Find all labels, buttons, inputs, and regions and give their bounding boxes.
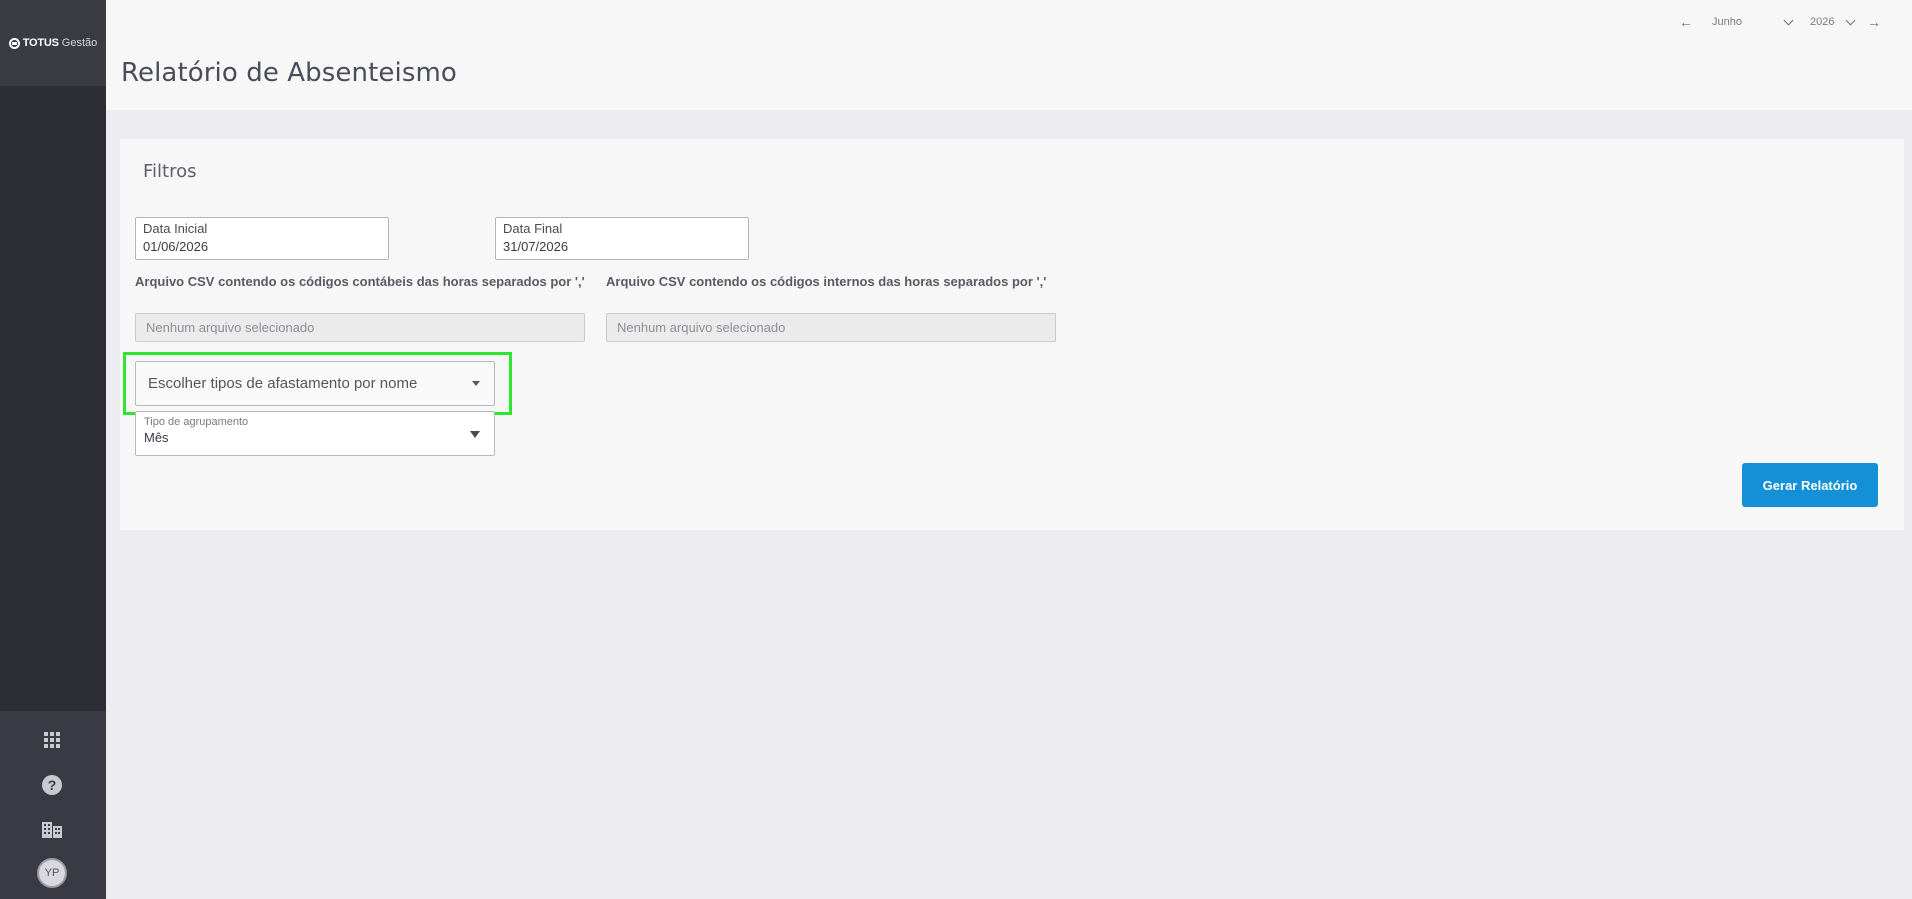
chevron-down-icon [1783,15,1794,25]
start-date-field[interactable]: Data Inicial 01/06/2026 [135,217,389,260]
grouping-value: Mês [144,430,169,445]
month-select[interactable]: Junho [1712,15,1794,28]
totus-logo-icon [8,37,20,49]
help-icon[interactable]: ? [42,775,62,795]
building-icon[interactable] [42,819,62,839]
start-date-value: 01/06/2026 [143,239,209,254]
chevron-down-icon [1845,15,1856,25]
caret-down-icon [472,381,480,386]
year-select[interactable]: 2026 [1810,15,1856,28]
csv-accounting-file-input[interactable]: Nenhum arquivo selecionado [135,313,585,342]
page-title: Relatório de Absenteismo [121,58,457,88]
period-selector: ← Junho 2026 → [1676,12,1884,32]
absence-types-placeholder: Escolher tipos de afastamento por nome [148,375,418,392]
end-date-label: Data Final [503,221,563,236]
apps-grid-icon[interactable] [44,732,60,748]
logo-brand: TOTUS [22,37,59,49]
totus-logo: TOTUS Gestão [8,37,98,49]
year-value: 2026 [1810,16,1835,28]
end-date-value: 31/07/2026 [503,239,569,254]
sidebar: TOTUS Gestão ? YP [0,0,106,899]
filters-title: Filtros [143,161,197,182]
csv-internal-label: Arquivo CSV contendo os códigos internos… [606,274,1047,289]
page-header: Relatório de Absenteismo ← Junho 2026 → [106,0,1912,110]
user-avatar[interactable]: YP [37,858,67,888]
grouping-label: Tipo de agrupamento [144,416,249,428]
logo-product: Gestão [61,37,98,49]
start-date-label: Data Inicial [143,221,208,236]
absence-types-select[interactable]: Escolher tipos de afastamento por nome [135,361,495,406]
arrow-left-icon[interactable]: ← [1676,14,1696,30]
end-date-field[interactable]: Data Final 31/07/2026 [495,217,749,260]
csv-internal-file-input[interactable]: Nenhum arquivo selecionado [606,313,1056,342]
generate-report-button[interactable]: Gerar Relatório [1742,463,1878,507]
grouping-select[interactable]: Tipo de agrupamento Mês [135,411,495,456]
csv-accounting-label: Arquivo CSV contendo os códigos contábei… [135,274,585,289]
app-logo[interactable]: TOTUS Gestão [0,0,106,86]
month-value: Junho [1712,16,1742,28]
arrow-right-icon[interactable]: → [1864,14,1884,30]
filters-panel: Filtros Data Inicial 01/06/2026 Data Fin… [120,139,1904,530]
caret-down-icon [470,431,480,438]
